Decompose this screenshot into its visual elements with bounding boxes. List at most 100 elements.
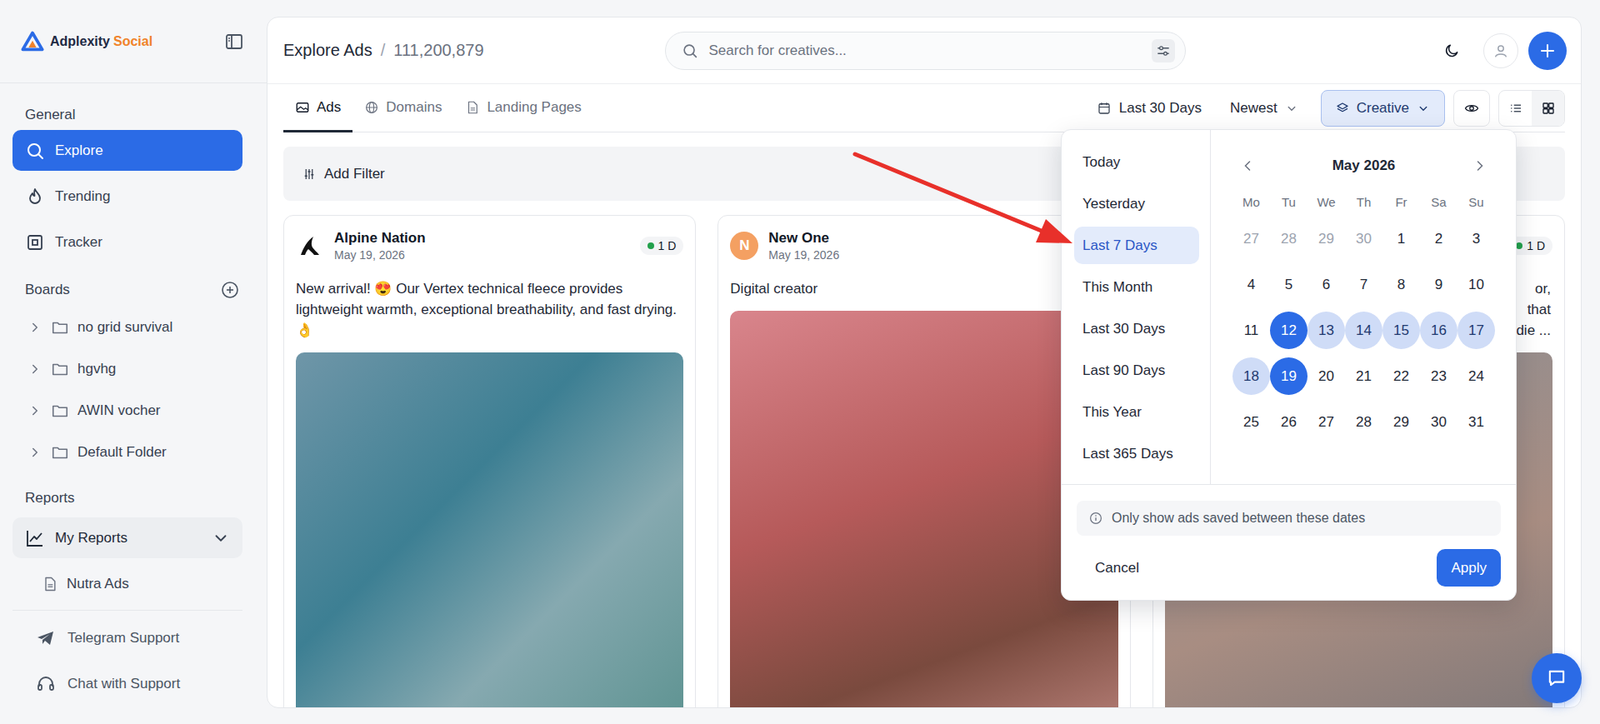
preview-toggle[interactable] <box>1453 90 1490 127</box>
calendar-day[interactable]: 4 <box>1232 265 1270 304</box>
calendar-day[interactable]: 27 <box>1232 220 1270 258</box>
calendar-day[interactable]: 2 <box>1420 220 1458 258</box>
preset-option[interactable]: Last 7 Days <box>1074 226 1200 265</box>
apply-button[interactable]: Apply <box>1436 549 1501 587</box>
weekday-label: Th <box>1345 195 1383 210</box>
tab[interactable]: Landing Pages <box>453 84 593 133</box>
calendar-day[interactable]: 19 <box>1270 357 1308 395</box>
calendar-day[interactable]: 24 <box>1457 357 1495 395</box>
chevron-left-icon[interactable] <box>1239 157 1256 175</box>
support-link[interactable]: Telegram Support <box>12 620 243 657</box>
calendar-day[interactable]: 21 <box>1345 357 1383 395</box>
sidebar-toggle-icon[interactable] <box>224 31 245 52</box>
calendar-day[interactable]: 11 <box>1232 311 1270 350</box>
calendar-day[interactable]: 31 <box>1457 403 1495 441</box>
calendar-day[interactable]: 30 <box>1420 403 1458 441</box>
calendar-day[interactable]: 28 <box>1270 220 1308 258</box>
preset-option[interactable]: Last 365 Days <box>1074 435 1200 473</box>
add-filter-button[interactable]: Add Filter <box>301 165 385 183</box>
preset-list: Today YesterdayLast 7 DaysThis Month Last … <box>1061 130 1211 485</box>
board-item[interactable]: hgvhg <box>12 350 243 388</box>
calendar-day[interactable]: 27 <box>1307 403 1345 441</box>
calendar-day[interactable]: 6 <box>1307 265 1345 304</box>
calendar-day[interactable]: 20 <box>1307 357 1345 395</box>
view-mode-button[interactable] <box>1531 90 1565 126</box>
calendar-day[interactable]: 23 <box>1420 357 1458 395</box>
card-meta: Alpine NationMay 19, 2026 <box>334 229 630 263</box>
telegram-icon <box>35 628 56 649</box>
search-options-button[interactable] <box>1151 39 1175 63</box>
search-field[interactable]: Search for creatives... <box>665 31 1186 70</box>
creative-dropdown[interactable]: Creative <box>1320 90 1445 127</box>
chevron-right-icon[interactable] <box>1471 157 1489 175</box>
create-button[interactable] <box>1528 31 1567 70</box>
calendar-day[interactable]: 25 <box>1232 403 1270 441</box>
preset-option[interactable]: Last 90 Days <box>1074 351 1200 390</box>
chat-launcher[interactable] <box>1531 653 1582 704</box>
app: AdplexitySocial General Explore TrendingTra… <box>0 0 1600 724</box>
ad-card[interactable]: Alpine NationMay 19, 20261 DNew arrival!… <box>283 215 696 709</box>
chevron-right-icon <box>27 403 43 419</box>
view-mode-button[interactable] <box>1499 90 1532 126</box>
calendar-day[interactable]: 5 <box>1270 265 1308 304</box>
board-item[interactable]: Default Folder <box>12 434 243 471</box>
week-row: 45678910 <box>1232 265 1495 304</box>
preset-option[interactable]: Last 30 Days <box>1074 310 1200 348</box>
brand-logo[interactable]: AdplexitySocial <box>20 30 153 54</box>
calendar-day[interactable]: 28 <box>1345 403 1383 441</box>
report-item[interactable]: My Reports <box>12 517 243 559</box>
chevron-right-icon <box>27 445 43 460</box>
calendar-day[interactable]: 12 <box>1270 311 1308 350</box>
calendar-day[interactable]: 9 <box>1420 265 1458 304</box>
ad-media[interactable] <box>295 352 684 709</box>
report-child-item[interactable]: Nutra Ads <box>12 565 243 603</box>
calendar-day[interactable]: 1 <box>1382 220 1420 258</box>
calendar-day[interactable]: 3 <box>1457 220 1495 258</box>
flame-icon <box>25 186 45 207</box>
board-item[interactable]: no grid survival <box>12 309 243 346</box>
popover-actions: Cancel Apply <box>1076 549 1501 587</box>
calendar-day[interactable]: 16 <box>1420 311 1458 350</box>
date-range-popover: Today YesterdayLast 7 DaysThis Month Last … <box>1060 129 1517 601</box>
support-link[interactable]: Chat with Support <box>12 665 243 703</box>
calendar-day[interactable]: 26 <box>1270 403 1308 441</box>
search-icon <box>25 140 45 161</box>
calendar-icon <box>1096 100 1112 116</box>
date-range-button[interactable]: Last 30 Days <box>1086 91 1212 125</box>
sort-dropdown[interactable]: Newest <box>1220 91 1310 125</box>
sidebar-item[interactable]: Explore <box>12 130 243 171</box>
calendar-day[interactable]: 17 <box>1457 311 1495 350</box>
moon-icon[interactable] <box>1443 42 1460 60</box>
ad-media[interactable] <box>730 310 1118 709</box>
sidebar-item[interactable]: Trending <box>12 175 243 217</box>
calendar-day[interactable]: 8 <box>1382 265 1420 304</box>
tab[interactable]: Ads <box>283 84 353 133</box>
sidebar-item[interactable]: Tracker <box>12 221 243 263</box>
preset-option[interactable]: Yesterday <box>1074 185 1200 223</box>
calendar-day[interactable]: 10 <box>1457 265 1495 304</box>
preset-option[interactable]: Today <box>1074 143 1200 181</box>
calendar-day[interactable]: 18 <box>1232 357 1270 395</box>
calendar-day[interactable]: 14 <box>1345 311 1383 350</box>
calendar-day[interactable]: 15 <box>1382 311 1420 350</box>
calendar-day[interactable]: 30 <box>1345 220 1383 258</box>
calendar-day[interactable]: 7 <box>1345 265 1383 304</box>
advertiser-avatar: N <box>730 231 759 260</box>
status-dot <box>1515 242 1523 250</box>
board-item[interactable]: AWIN vocher <box>12 392 243 430</box>
user-avatar[interactable] <box>1483 33 1519 69</box>
preset-option[interactable]: This Month <box>1074 268 1200 306</box>
cancel-button[interactable]: Cancel <box>1076 549 1158 587</box>
sidebar-item-label: Explore <box>55 142 104 160</box>
add-board-icon[interactable] <box>220 280 240 300</box>
preset-option[interactable]: This Year <box>1074 393 1200 431</box>
folder-icon <box>50 360 70 379</box>
chevron-right-icon <box>27 361 43 377</box>
calendar-day[interactable]: 13 <box>1307 311 1345 350</box>
calendar-day[interactable]: 29 <box>1307 220 1345 258</box>
page-title[interactable]: Explore Ads <box>283 40 373 60</box>
tab[interactable]: Domains <box>352 84 454 133</box>
section-title: General <box>12 105 243 125</box>
calendar-day[interactable]: 29 <box>1382 403 1420 441</box>
calendar-day[interactable]: 22 <box>1382 357 1420 395</box>
